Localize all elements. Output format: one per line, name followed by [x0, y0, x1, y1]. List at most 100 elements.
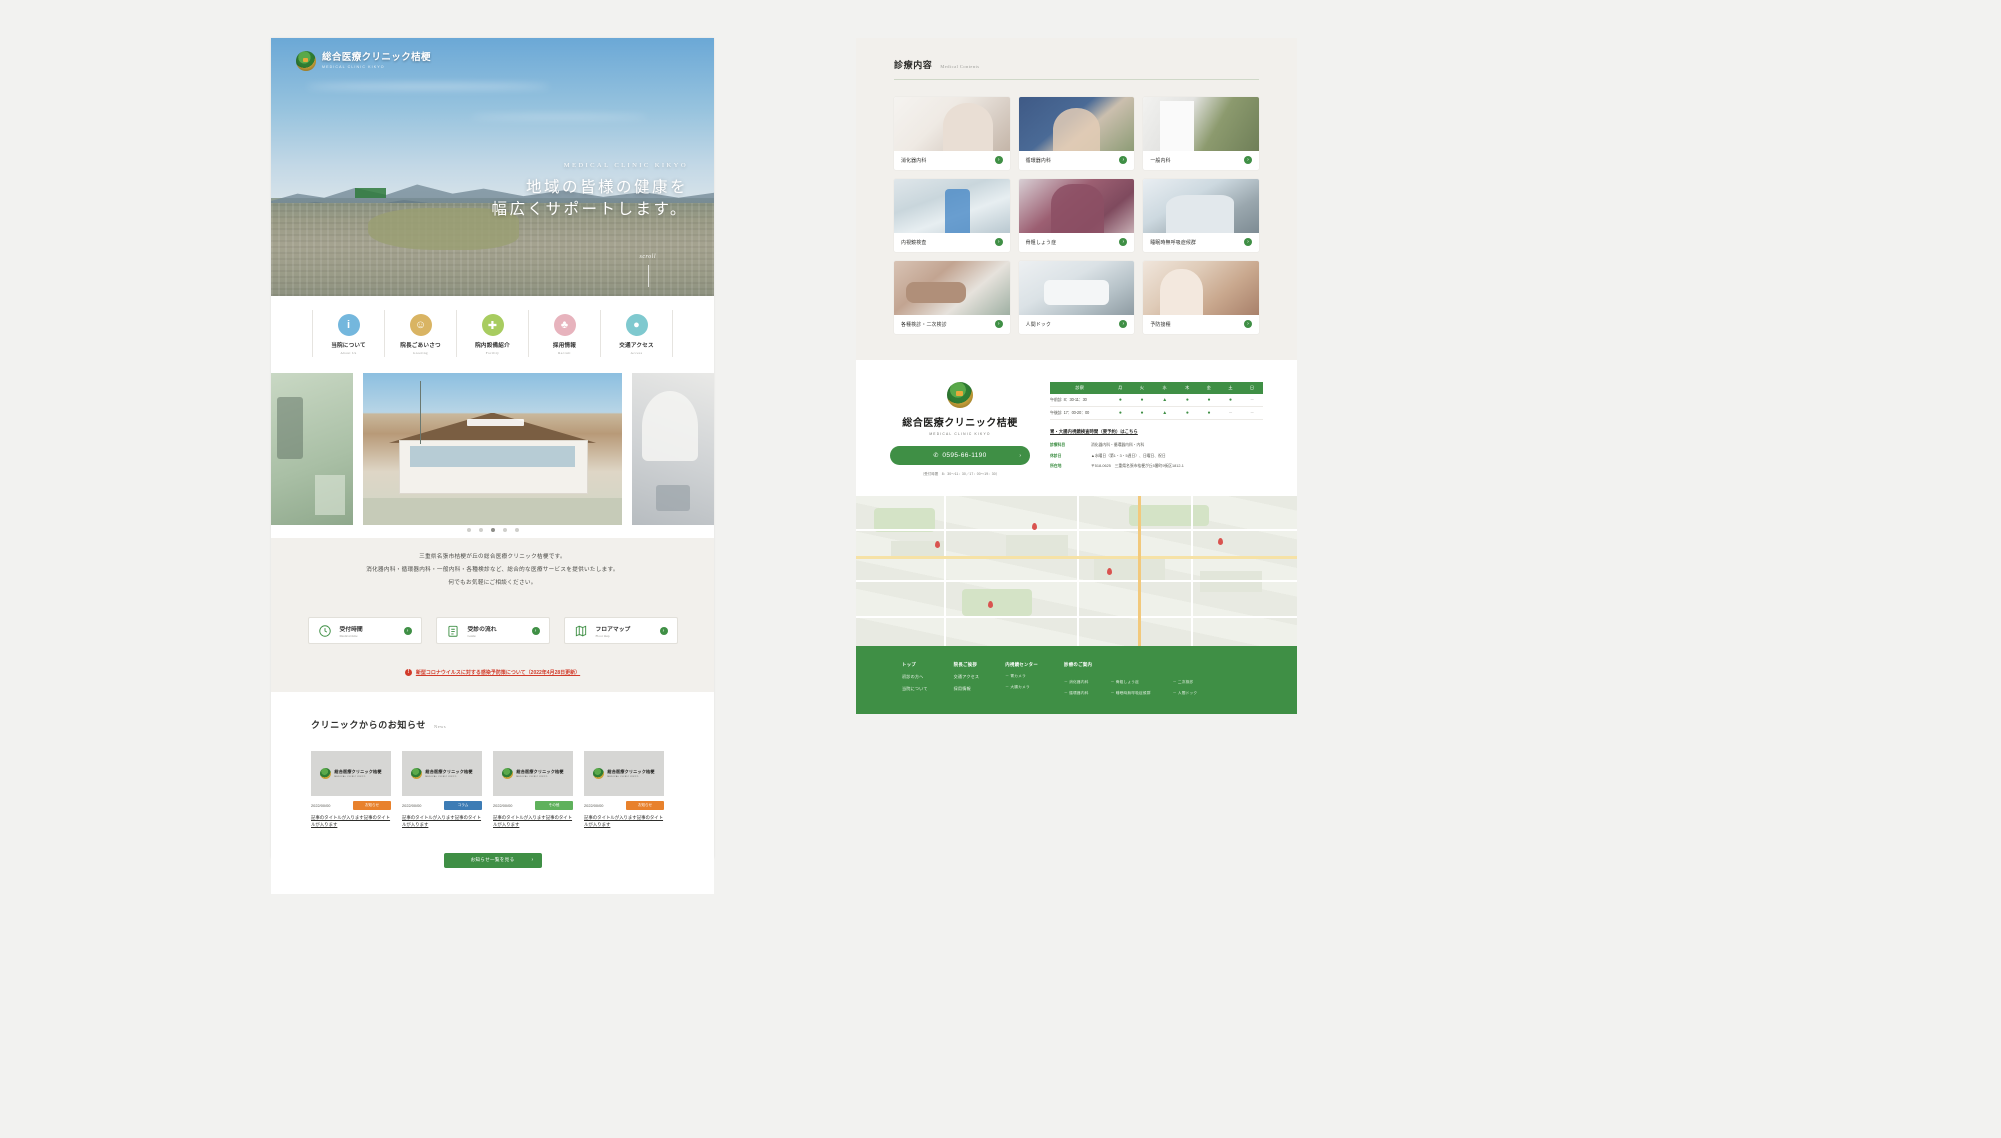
nav-item-about[interactable]: i 当院について About Us — [312, 310, 384, 357]
medical-card-cardiology[interactable]: 循環器内科 › — [1018, 97, 1135, 170]
carousel-dot[interactable] — [478, 528, 483, 532]
news-more-label: お知らせ一覧を見る — [470, 857, 515, 863]
medical-card-ningen-dock[interactable]: 人間ドック › — [1018, 261, 1135, 334]
footer-link-recruit[interactable]: 採用情報 — [954, 686, 980, 692]
quick-link-floor-map[interactable]: フロアマップ Floor map › — [563, 617, 678, 644]
news-card[interactable]: 総合医療クリニック桔梗 MEDICAL CLINIC KIKYO 2022/00… — [493, 751, 573, 829]
news-title[interactable]: 記事のタイトルが入ります記事のタイトルが入ります — [402, 815, 482, 829]
carousel-dot-active[interactable] — [490, 528, 495, 532]
medical-card-label: 予防接種 — [1150, 322, 1171, 328]
nav-item-recruit[interactable]: ♣ 採用情報 Recruit — [528, 310, 600, 357]
carousel-dot[interactable] — [502, 528, 507, 532]
hours-mark: － — [1219, 406, 1242, 420]
news-title[interactable]: 記事のタイトルが入ります記事のタイトルが入ります — [584, 815, 664, 829]
carousel-slide-prev[interactable] — [271, 373, 353, 525]
icon-navigation: i 当院について About Us ☺ 院長ごあいさつ Greeting ✚ 院… — [271, 296, 714, 367]
carousel-slide-next[interactable] — [632, 373, 714, 525]
carousel-dot[interactable] — [466, 528, 471, 532]
map-highway — [856, 556, 1297, 559]
medical-card-screening[interactable]: 各種検診・二次検診 › — [894, 261, 1010, 334]
news-title[interactable]: 記事のタイトルが入ります記事のタイトルが入ります — [311, 815, 391, 829]
medical-card-gastroenterology[interactable]: 消化器内科 › — [894, 97, 1010, 170]
nav-item-greeting[interactable]: ☺ 院長ごあいさつ Greeting — [384, 310, 456, 357]
footer-link-about[interactable]: 当院について — [902, 686, 928, 692]
hours-mark: ● — [1219, 394, 1242, 407]
footer-link-ningen-dock[interactable]: － 人間ドック — [1173, 691, 1198, 696]
carousel-dot[interactable] — [514, 528, 519, 532]
hours-mark: ● — [1109, 394, 1132, 407]
footer-link-cardiology[interactable]: － 循環器内科 — [1064, 691, 1089, 696]
chevron-right-icon: › — [659, 626, 668, 635]
footer-link-gastroscope[interactable]: － 胃カメラ — [1005, 674, 1038, 679]
quick-link-label-jp: 受付時間 — [339, 626, 363, 633]
medical-card-label: 骨粗しょう症 — [1025, 240, 1057, 246]
hours-mark: ● — [1176, 406, 1199, 420]
nav-label-jp: 院長ごあいさつ — [400, 343, 441, 349]
footer-link-colonoscope[interactable]: － 大腸カメラ — [1005, 685, 1038, 690]
reception-hours-note: （受付時間 8：30～11：30／17：00～19：30） — [920, 472, 1000, 476]
news-tag: お知らせ — [353, 801, 391, 810]
thumb-logo-en: MEDICAL CLINIC KIKYO — [607, 776, 639, 778]
nav-label-jp: 当院について — [331, 343, 366, 349]
carousel-dots[interactable] — [271, 528, 714, 532]
news-card[interactable]: 総合医療クリニック桔梗 MEDICAL CLINIC KIKYO 2022/00… — [402, 751, 482, 829]
info-icon: i — [337, 314, 360, 336]
people-icon: ♣ — [553, 314, 576, 336]
photo-carousel[interactable] — [271, 373, 714, 538]
nav-label-jp: 交通アクセス — [619, 343, 654, 349]
quick-link-medical-time[interactable]: 受付時間 Medical time › — [307, 617, 422, 644]
footer-link-gastroenterology[interactable]: － 消化器内科 — [1064, 680, 1089, 685]
scroll-indicator: scroll — [639, 254, 656, 287]
medical-card-sleep-apnea[interactable]: 睡眠時無呼吸症候群 › — [1143, 179, 1259, 252]
map-pin-icon[interactable] — [1217, 538, 1223, 545]
footer-link-greeting[interactable]: 院長ご挨拶 — [954, 662, 980, 668]
floormap-icon — [574, 623, 589, 638]
nav-item-facility[interactable]: ✚ 院内設備紹介 Facility — [456, 310, 528, 357]
logo-title-jp: 総合医療クリニック桔梗 — [322, 51, 431, 63]
footer-link-first-visit[interactable]: 初診の方へ — [902, 674, 928, 680]
news-title[interactable]: 記事のタイトルが入ります記事のタイトルが入ります — [493, 815, 573, 829]
building-sign — [466, 418, 524, 427]
news-tag: その他 — [535, 801, 573, 810]
footer-link-osteoporosis[interactable]: － 骨粗しょう症 — [1111, 680, 1151, 685]
news-title-jp: クリニックからのお知らせ — [311, 720, 427, 730]
footer-link-sleep-apnea[interactable]: － 睡眠時無呼吸症候群 — [1111, 691, 1151, 696]
footer-link-top[interactable]: トップ — [902, 662, 928, 668]
medical-card-label: 睡眠時無呼吸症候群 — [1150, 240, 1197, 246]
news-card[interactable]: 総合医療クリニック桔梗 MEDICAL CLINIC KIKYO 2022/00… — [584, 751, 664, 829]
medical-card-photo — [894, 97, 1010, 151]
carousel-slide-current[interactable] — [363, 373, 622, 525]
kikyo-bird-logo-icon — [296, 51, 316, 71]
chevron-right-icon: › — [994, 238, 1003, 246]
medical-card-endoscopy[interactable]: 内視鏡検査 › — [894, 179, 1010, 252]
location-map[interactable] — [856, 496, 1297, 646]
footer-link-access[interactable]: 交通アクセス — [954, 674, 980, 680]
map-road — [1191, 496, 1194, 646]
hours-header-tue: 火 — [1131, 382, 1153, 394]
hours-header-thu: 木 — [1176, 382, 1199, 394]
endoscopy-hours-link[interactable]: 胃・大腸内視鏡検査時間（要予約）はこちら — [1050, 429, 1263, 435]
detail-value: 〒518-0625 三重県名張市桔梗が丘5番町9街区1812-1 — [1091, 464, 1184, 469]
kikyo-bird-logo-icon — [947, 382, 973, 408]
medical-card-vaccination[interactable]: 予防接種 › — [1143, 261, 1259, 334]
covid-notice-link[interactable]: ! 新型コロナウイルスに対する感染予防策について（2022年4月28日更新） — [404, 669, 580, 676]
medical-card-osteoporosis[interactable]: 骨粗しょう症 › — [1018, 179, 1135, 252]
quick-link-guide[interactable]: 受診の流れ Guide › — [435, 617, 550, 644]
hours-row-label: 午後診 17：00-20：00 — [1050, 406, 1110, 420]
news-card[interactable]: 総合医療クリニック桔梗 MEDICAL CLINIC KIKYO 2022/00… — [311, 751, 391, 829]
hours-table: 診察 月 火 水 木 金 土 日 午前診 8：30-11：30 ● ● ▲ ● … — [1050, 382, 1263, 420]
hours-mark: ● — [1131, 394, 1153, 407]
news-tag: お知らせ — [626, 801, 664, 810]
chevron-right-icon: › — [1243, 156, 1252, 164]
intro-line-2: 消化器内科・循環器内科・一般内科・各種検診など、総合的な医療サービスを提供いたし… — [366, 567, 619, 573]
footer-link-secondary-screening[interactable]: － 二次検診 — [1173, 680, 1198, 685]
nav-item-access[interactable]: ● 交通アクセス Access — [600, 310, 673, 357]
site-logo[interactable]: 総合医療クリニック桔梗 MEDICAL CLINIC KIKYO — [296, 51, 431, 71]
nav-label-jp: 採用情報 — [552, 343, 577, 349]
telephone-button[interactable]: ✆ 0595-66-1190 › — [890, 446, 1030, 465]
chevron-right-icon: › — [531, 857, 534, 864]
map-block — [1094, 556, 1165, 580]
quick-link-label-en: Medical time — [339, 633, 358, 638]
news-more-button[interactable]: お知らせ一覧を見る › — [443, 852, 542, 868]
medical-card-general-internal[interactable]: 一般内科 › — [1143, 97, 1259, 170]
